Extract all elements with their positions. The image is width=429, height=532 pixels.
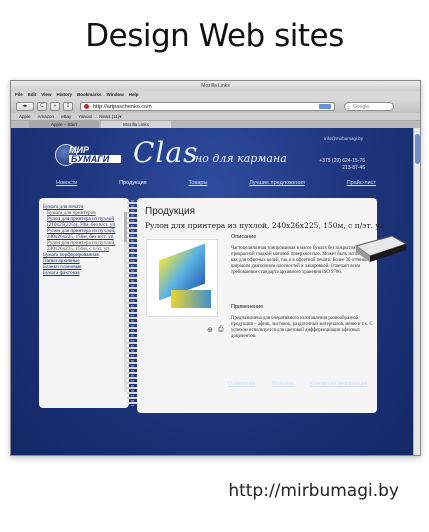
- download-button[interactable]: ↧: [63, 101, 73, 111]
- description-heading: Описание: [231, 234, 257, 240]
- application-heading: Применение: [231, 304, 264, 310]
- print-icon[interactable]: ⎙: [218, 326, 224, 334]
- product-box-side: [171, 290, 211, 308]
- nav-products[interactable]: Продукция: [119, 180, 147, 186]
- footer-nav: О компании Полезное Контактная информаци…: [228, 381, 368, 387]
- rss-icon[interactable]: [319, 103, 331, 109]
- back-forward-button[interactable]: ◂▸: [16, 101, 34, 111]
- web-page: МИР БУМАГИ Clas но для кармана info@mirb…: [11, 128, 415, 455]
- menu-window[interactable]: Window: [106, 91, 123, 99]
- tab-bar: Apple – Start Mozilla Links: [11, 121, 420, 128]
- search-icon: ⌕: [347, 104, 350, 111]
- sidebar-item[interactable]: Бумага фактовая: [43, 270, 125, 276]
- contact-email[interactable]: info@mirbumagi.by: [324, 136, 363, 141]
- footer-contacts[interactable]: Контактная информация: [310, 381, 367, 387]
- add-bookmark-button[interactable]: +: [50, 101, 60, 111]
- footer-useful[interactable]: Полезное: [272, 381, 294, 387]
- brand-title: Clas: [133, 136, 199, 169]
- reload-button[interactable]: C: [37, 101, 47, 111]
- nav-goods[interactable]: Товары: [188, 180, 207, 186]
- phone-2: 213-87-46: [342, 165, 365, 171]
- sidebar-item[interactable]: Рулон для принтера из пухлой, 240x26x225…: [43, 228, 125, 240]
- menu-help[interactable]: Help: [129, 91, 139, 99]
- product-image[interactable]: ⊕ ⎙: [146, 239, 224, 334]
- menu-history[interactable]: History: [56, 91, 72, 99]
- catalog-sidebar: Бумага для печати Бумага для принтеров Р…: [39, 198, 129, 408]
- product-title: Рулон для принтера из пухлой, 240x26x225…: [145, 221, 385, 230]
- menu-bookmarks[interactable]: Bookmarks: [77, 91, 102, 99]
- bookmark-news[interactable]: News (11)▾: [99, 113, 121, 120]
- menu-file[interactable]: File: [15, 91, 23, 99]
- sidebar-item[interactable]: Рулон для принтера из пухлой, 240x26x225…: [43, 240, 125, 252]
- site-url-caption: http://mirbumagi.by: [228, 481, 399, 501]
- logo-line-2: БУМАГИ: [69, 155, 121, 164]
- stapler-icon: [354, 235, 408, 262]
- tab-mozilla-links[interactable]: Mozilla Links: [101, 121, 171, 128]
- tab-apple-start[interactable]: Apple – Start: [29, 121, 99, 128]
- site-favicon-icon: [84, 104, 89, 109]
- section-title: Продукция: [145, 206, 196, 217]
- bookmark-yahoo[interactable]: Yahoo!: [78, 113, 92, 120]
- window-title: Mozilla Links: [11, 81, 420, 91]
- application-text: Предназначена для оперативного изготовле…: [231, 316, 373, 339]
- contact-phones: +375 (29) 624-15-76 213-87-46: [319, 158, 365, 172]
- bookmarks-bar: Apple Amazon eBay Yahoo! News (11)▾: [11, 113, 420, 121]
- menu-edit[interactable]: Edit: [28, 91, 37, 99]
- bookmark-apple[interactable]: Apple: [19, 113, 31, 120]
- menu-view[interactable]: View: [41, 91, 51, 99]
- browser-window: Mozilla Links File Edit View History Boo…: [10, 80, 421, 456]
- search-placeholder: Google: [353, 103, 370, 110]
- nav-best-offers[interactable]: Лучшие предложения: [249, 180, 305, 186]
- sidebar-item[interactable]: Рулон для принтера из пухлой (210x25(225…: [43, 216, 125, 228]
- site-nav: Новости Продукция Товары Лучшие предложе…: [56, 180, 376, 186]
- phone-1: +375 (29) 624-15-76: [319, 158, 365, 164]
- nav-price-list[interactable]: Прайс-лист: [347, 180, 376, 186]
- bookmark-amazon[interactable]: Amazon: [38, 113, 55, 120]
- page-scrollbar[interactable]: [413, 128, 420, 455]
- address-bar[interactable]: http://artpaschenko.com: [80, 101, 335, 111]
- menu-bar: File Edit View History Bookmarks Window …: [11, 91, 420, 99]
- nav-news[interactable]: Новости: [56, 180, 77, 186]
- address-text: http://artpaschenko.com: [93, 103, 152, 110]
- zoom-icon[interactable]: ⊕: [207, 326, 213, 334]
- browser-toolbar: ◂▸ C + ↧ http://artpaschenko.com ⌕ Googl…: [11, 99, 420, 113]
- footer-about[interactable]: О компании: [228, 381, 256, 387]
- page-headline: Design Web sites: [85, 18, 344, 54]
- site-logo[interactable]: МИР БУМАГИ: [69, 146, 121, 164]
- search-input[interactable]: ⌕ Google: [344, 101, 394, 111]
- page-scroll-thumb[interactable]: [415, 134, 420, 164]
- brand-tagline: но для кармана: [195, 152, 287, 165]
- bookmark-ebay[interactable]: eBay: [61, 113, 71, 120]
